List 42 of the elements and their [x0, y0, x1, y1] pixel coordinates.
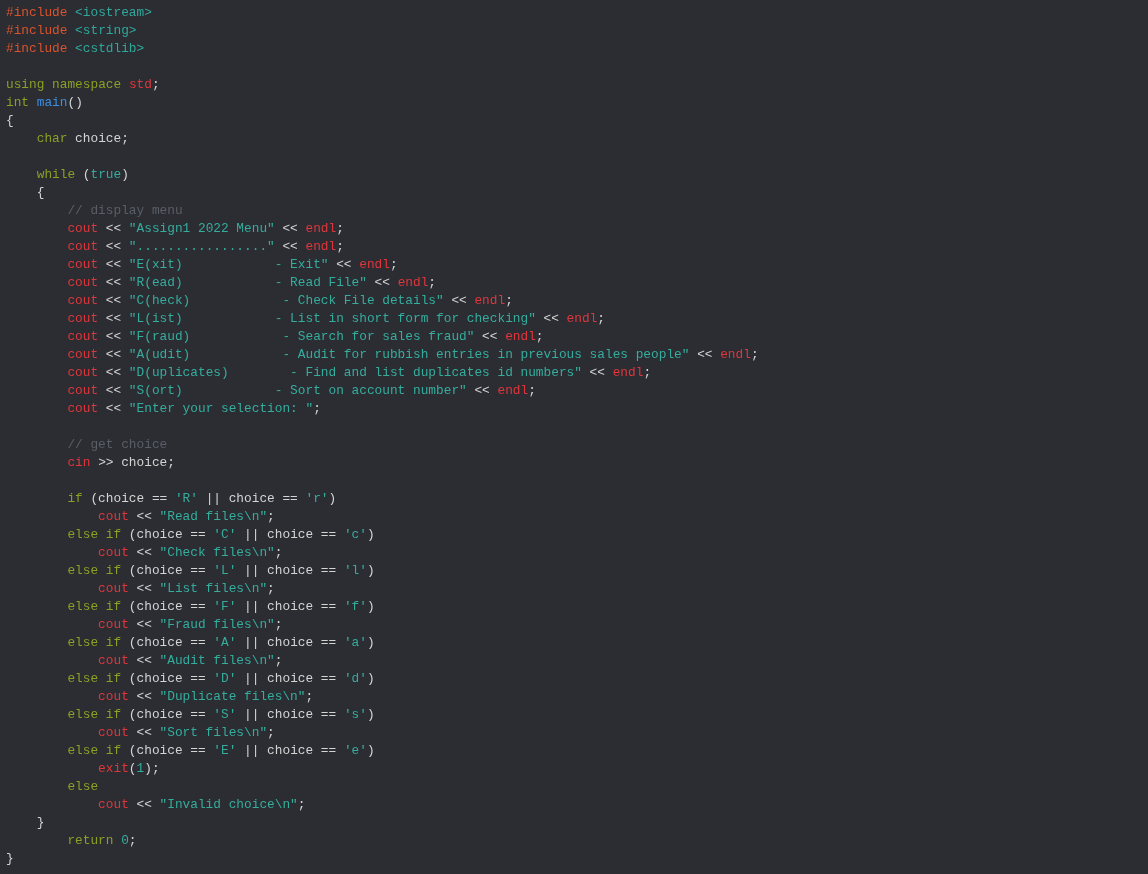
code-line: cout << "Invalid choice\n"; — [98, 796, 306, 814]
code-line: else if (choice == 'D' || choice == 'd') — [67, 670, 375, 688]
code-line: cout << "E(xit) - Exit" << endl; — [67, 256, 398, 274]
code-line: else if (choice == 'E' || choice == 'e') — [67, 742, 375, 760]
code-line: cout << "F(raud) - Search for sales fraud" << endl; — [67, 328, 544, 346]
code-line: else if (choice == 'A' || choice == 'a') — [67, 634, 375, 652]
code-line: else if (choice == 'S' || choice == 's') — [67, 706, 375, 724]
code-line: while (true) — [36, 166, 129, 184]
code-line: cout << "Fraud files\n"; — [98, 616, 283, 634]
code-line: cout << "C(heck) - Check File details" << endl; — [67, 292, 513, 310]
code-line: cout << "S(ort) - Sort on account number" << endl; — [67, 382, 536, 400]
code-line: else — [67, 778, 99, 796]
code-line: cout << "Enter your selection: "; — [67, 400, 321, 418]
code-line: cout << "A(udit) - Audit for rubbish entries in previous sales people" << endl; — [67, 346, 759, 364]
code-line: using namespace std; — [6, 76, 160, 94]
code-line: #include <iostream> — [6, 4, 152, 22]
code-line: cin >> choice; — [67, 454, 175, 472]
code-line: cout << "D(uplicates) - Find and list duplicates id numbers" << endl; — [67, 364, 652, 382]
code-line: { — [6, 112, 14, 130]
code-line: cout << "Audit files\n"; — [98, 652, 283, 670]
code-line: else if (choice == 'C' || choice == 'c') — [67, 526, 375, 544]
code-line: } — [36, 814, 45, 832]
code-line: #include <string> — [6, 22, 137, 40]
code-line: cout << "Duplicate files\n"; — [98, 688, 314, 706]
code-line: cout << "................." << endl; — [67, 238, 344, 256]
code-line: cout << "Sort files\n"; — [98, 724, 275, 742]
code-line: exit(1); — [98, 760, 160, 778]
code-line: else if (choice == 'F' || choice == 'f') — [67, 598, 375, 616]
code-line: cout << "Read files\n"; — [98, 508, 275, 526]
code-line: cout << "L(ist) - List in short form for checking" << endl; — [67, 310, 605, 328]
code-line: cout << "Check files\n"; — [98, 544, 283, 562]
code-line: #include <cstdlib> — [6, 40, 145, 58]
code-line: else if (choice == 'L' || choice == 'l') — [67, 562, 375, 580]
code-line: cout << "List files\n"; — [98, 580, 275, 598]
code-line: int main() — [6, 94, 83, 112]
code-line: char choice; — [36, 130, 129, 148]
code-line: { — [36, 184, 45, 202]
code-line: cout << "Assign1 2022 Menu" << endl; — [67, 220, 344, 238]
code-line: cout << "R(ead) - Read File" << endl; — [67, 274, 437, 292]
code-line: return 0; — [67, 832, 137, 850]
code-line: if (choice == 'R' || choice == 'r') — [67, 490, 337, 508]
code-line: } — [6, 850, 14, 868]
